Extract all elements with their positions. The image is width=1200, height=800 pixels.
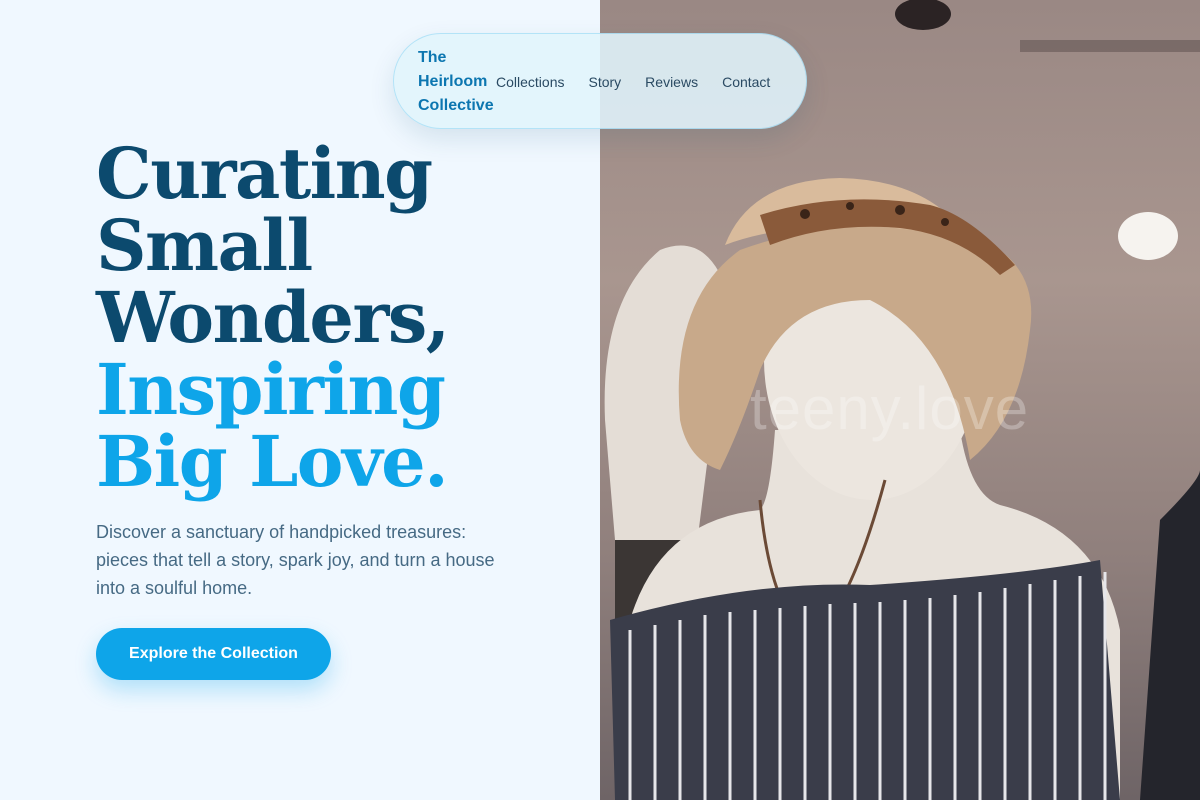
nav-link-collections[interactable]: Collections [496,72,564,92]
nav-links: Collections Story Reviews Contact [496,72,770,92]
side-garment [1140,470,1200,800]
ceiling-beam [1020,40,1200,52]
headline-accent-line-2: Big Love. [96,420,449,503]
watermark-text: teeny.love [750,375,1030,442]
explore-collection-button[interactable]: Explore the Collection [96,628,331,680]
nav-link-story[interactable]: Story [588,72,621,92]
hero-description: Discover a sanctuary of handpicked treas… [96,522,495,598]
brand-logo-text[interactable]: The Heirloom Collective [418,46,498,118]
headline-line-3: Wonders, [96,276,450,359]
nav-link-reviews[interactable]: Reviews [645,72,698,92]
headline-line-1: Curating [96,132,433,215]
ceiling-light-right [1118,212,1178,260]
nav-link-contact[interactable]: Contact [722,72,770,92]
ceiling-light-dark [895,0,951,30]
hero-headline: Curating Small Wonders, Inspiring Big Lo… [96,138,576,498]
top-nav: The Heirloom Collective Collections Stor… [393,33,807,129]
headline-accent-line-1: Inspiring [96,348,446,431]
headline-line-2: Small [96,204,313,287]
